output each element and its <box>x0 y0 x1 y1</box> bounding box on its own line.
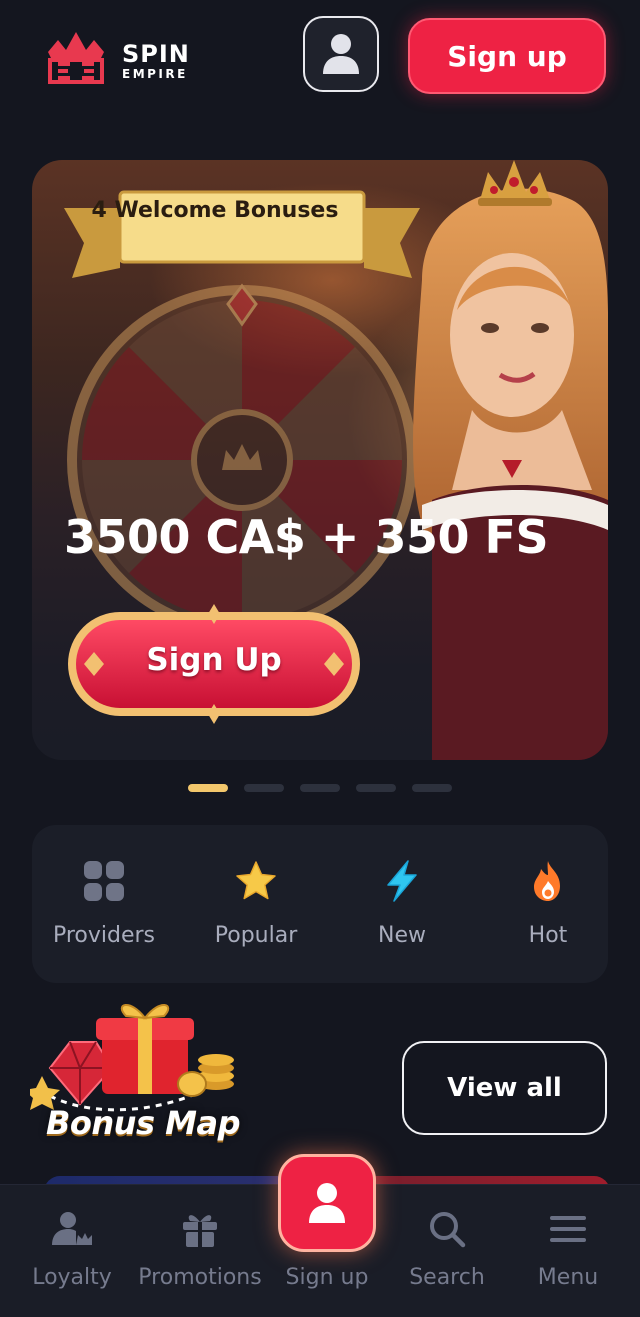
category-label: Providers <box>52 923 156 948</box>
header: SPIN EMPIRE Sign up <box>0 0 640 120</box>
nav-item-menu[interactable]: Menu <box>508 1185 628 1317</box>
nav-item-promotions[interactable]: Promotions <box>134 1185 266 1317</box>
category-label: New <box>378 923 426 948</box>
user-icon <box>323 34 359 74</box>
flame-icon <box>534 861 560 901</box>
search-icon <box>430 1212 466 1248</box>
lightning-icon <box>387 860 417 902</box>
logo-subtitle: EMPIRE <box>122 67 188 81</box>
bonus-map-title: Bonus Map <box>46 1104 240 1142</box>
signup-button[interactable]: Sign up <box>408 18 606 94</box>
carousel-dot-1[interactable] <box>188 784 228 792</box>
nav-label: Promotions <box>138 1265 262 1290</box>
user-icon <box>309 1183 345 1223</box>
carousel-dot-4[interactable] <box>356 784 396 792</box>
account-button[interactable] <box>303 16 379 92</box>
welcome-bonus-label: 4 Welcome Bonuses <box>91 198 339 223</box>
carousel-dot-3[interactable] <box>300 784 340 792</box>
category-new[interactable]: New <box>330 825 474 983</box>
nav-label: Menu <box>537 1265 599 1290</box>
nav-label: Loyalty <box>32 1265 112 1290</box>
banner-signup-button[interactable]: Sign Up <box>64 642 364 678</box>
menu-icon <box>550 1216 586 1242</box>
grid-icon <box>84 861 124 901</box>
crown-user-icon <box>52 1212 92 1245</box>
promo-banner[interactable]: 4 Welcome Bonuses 3500 CA$ + 350 FS Sign… <box>32 160 608 760</box>
category-bar: Providers Popular New Hot <box>32 825 608 983</box>
logo[interactable]: SPIN EMPIRE <box>44 30 204 84</box>
crown-logo-icon <box>48 32 104 84</box>
category-providers[interactable]: Providers <box>32 825 176 983</box>
nav-item-loyalty[interactable]: Loyalty <box>12 1185 132 1317</box>
carousel-dot-2[interactable] <box>244 784 284 792</box>
nav-item-search[interactable]: Search <box>388 1185 506 1317</box>
logo-title: SPIN <box>122 40 190 68</box>
nav-label: Search <box>409 1265 485 1290</box>
category-label: Popular <box>214 923 298 948</box>
nav-signup-button[interactable] <box>278 1154 376 1252</box>
nav-label: Sign up <box>285 1265 369 1290</box>
bonus-amount: 3500 CA$ + 350 FS <box>64 510 549 564</box>
category-label: Hot <box>528 923 568 948</box>
category-popular[interactable]: Popular <box>184 825 328 983</box>
carousel-dot-5[interactable] <box>412 784 452 792</box>
carousel-dots <box>188 784 458 792</box>
star-icon <box>236 861 276 900</box>
category-hot[interactable]: Hot <box>476 825 620 983</box>
gift-icon <box>183 1215 217 1247</box>
view-all-button[interactable]: View all <box>402 1041 607 1135</box>
